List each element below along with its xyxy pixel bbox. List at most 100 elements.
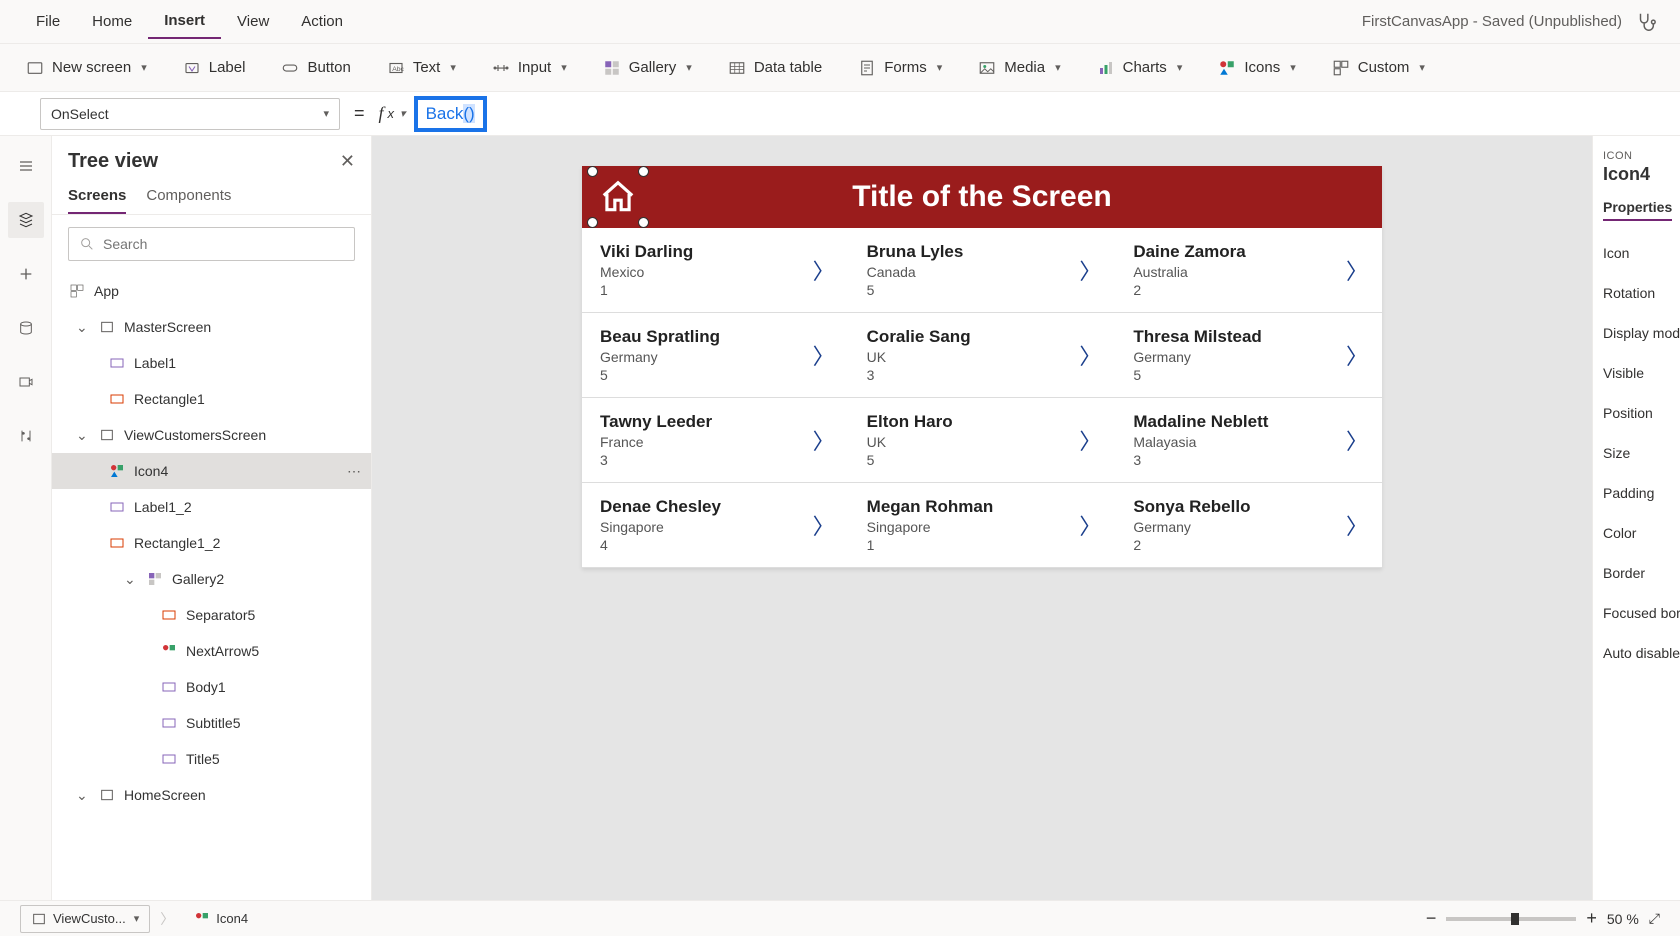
media-button[interactable]: Media▾ [972, 55, 1066, 81]
label-button[interactable]: Label [177, 55, 252, 81]
zoom-slider[interactable] [1446, 917, 1576, 921]
tree-node-separator5[interactable]: Separator5 [52, 597, 371, 633]
close-icon[interactable]: ✕ [340, 151, 355, 172]
zoom-in-button[interactable]: + [1586, 908, 1597, 929]
property-row[interactable]: Rotation [1603, 285, 1670, 301]
next-arrow-icon[interactable]: 〉 [1346, 254, 1368, 286]
menu-home[interactable]: Home [76, 5, 148, 38]
zoom-slider-thumb[interactable] [1511, 913, 1519, 925]
property-selector[interactable]: OnSelect ▾ [40, 98, 340, 130]
tree-node-homescreen[interactable]: ⌄ HomeScreen [52, 777, 371, 813]
tree-node-title5[interactable]: Title5 [52, 741, 371, 777]
tree-node-masterscreen[interactable]: ⌄ MasterScreen [52, 309, 371, 345]
gallery-item[interactable]: Sonya Rebello Germany 2 〉 [1115, 483, 1382, 568]
next-arrow-icon[interactable]: 〉 [1346, 424, 1368, 456]
menu-action[interactable]: Action [285, 5, 359, 38]
more-icon[interactable]: ⋯ [347, 463, 361, 480]
breadcrumb-screen[interactable]: ViewCusto... ▾ [20, 905, 150, 933]
tree-node-nextarrow5[interactable]: NextArrow5 [52, 633, 371, 669]
tree-node-rectangle1-2[interactable]: Rectangle1_2 [52, 525, 371, 561]
fit-to-window-button[interactable]: ⤢ [1649, 910, 1660, 927]
rail-add[interactable] [8, 256, 44, 292]
rail-advanced[interactable] [8, 418, 44, 454]
property-row[interactable]: Visible [1603, 365, 1670, 381]
property-row[interactable]: Focused bor [1603, 605, 1670, 621]
selected-home-icon[interactable] [590, 169, 646, 225]
tree-search-box[interactable] [68, 227, 355, 261]
rail-media[interactable] [8, 364, 44, 400]
gallery-item[interactable]: Megan Rohman Singapore 1 〉 [849, 483, 1116, 568]
menu-view[interactable]: View [221, 5, 285, 38]
gallery-item[interactable]: Coralie Sang UK 3 〉 [849, 313, 1116, 398]
gallery-item[interactable]: Bruna Lyles Canada 5 〉 [849, 228, 1116, 313]
gallery-item[interactable]: Viki Darling Mexico 1 〉 [582, 228, 849, 313]
property-row[interactable]: Position [1603, 405, 1670, 421]
tree-node-label1-2[interactable]: Label1_2 [52, 489, 371, 525]
next-arrow-icon[interactable]: 〉 [1079, 254, 1101, 286]
next-arrow-icon[interactable]: 〉 [813, 424, 835, 456]
menu-file[interactable]: File [20, 5, 76, 38]
gallery-button[interactable]: Gallery▾ [597, 55, 698, 81]
property-row[interactable]: Color [1603, 525, 1670, 541]
gallery-control[interactable]: Viki Darling Mexico 1 〉 Bruna Lyles Cana… [582, 228, 1382, 568]
tab-components[interactable]: Components [146, 187, 231, 214]
next-arrow-icon[interactable]: 〉 [1079, 509, 1101, 541]
gallery-item[interactable]: Thresa Milstead Germany 5 〉 [1115, 313, 1382, 398]
next-arrow-icon[interactable]: 〉 [813, 254, 835, 286]
screen-title-label[interactable]: Title of the Screen [582, 180, 1382, 214]
gallery-item[interactable]: Madaline Neblett Malayasia 3 〉 [1115, 398, 1382, 483]
tree-search-input[interactable] [103, 236, 344, 252]
canvas[interactable]: Title of the Screen Viki Darling Mexico … [372, 136, 1592, 900]
rail-data[interactable] [8, 310, 44, 346]
property-row[interactable]: Size [1603, 445, 1670, 461]
breadcrumb-control[interactable]: Icon4 [184, 905, 258, 933]
property-row[interactable]: Display mod [1603, 325, 1670, 341]
new-screen-button[interactable]: New screen▾ [20, 55, 153, 81]
app-checker-icon[interactable] [1632, 8, 1660, 36]
selection-handle[interactable] [638, 166, 649, 177]
canvas-screen[interactable]: Title of the Screen Viki Darling Mexico … [582, 166, 1382, 568]
datatable-button[interactable]: Data table [722, 55, 828, 81]
property-row[interactable]: Border [1603, 565, 1670, 581]
property-row[interactable]: Padding [1603, 485, 1670, 501]
property-row[interactable]: Auto disable [1603, 645, 1670, 661]
rail-treeview[interactable] [8, 202, 44, 238]
fx-icon[interactable]: fx▾ [379, 103, 406, 124]
rail-hamburger[interactable] [8, 148, 44, 184]
selection-handle[interactable] [638, 217, 649, 228]
input-button[interactable]: Input▾ [486, 55, 573, 81]
forms-button[interactable]: Forms▾ [852, 55, 948, 81]
text-button[interactable]: Abc Text▾ [381, 55, 462, 81]
tab-screens[interactable]: Screens [68, 187, 126, 214]
tree-node-label1[interactable]: Label1 [52, 345, 371, 381]
gallery-item[interactable]: Tawny Leeder France 3 〉 [582, 398, 849, 483]
selection-handle[interactable] [587, 217, 598, 228]
next-arrow-icon[interactable]: 〉 [1346, 339, 1368, 371]
tree-node-app[interactable]: App [52, 273, 371, 309]
button-button[interactable]: Button [275, 55, 356, 81]
charts-button[interactable]: Charts▾ [1091, 55, 1189, 81]
selection-handle[interactable] [587, 166, 598, 177]
zoom-out-button[interactable]: − [1426, 908, 1437, 929]
formula-input[interactable]: Back() [414, 96, 487, 132]
next-arrow-icon[interactable]: 〉 [813, 339, 835, 371]
gallery-item[interactable]: Beau Spratling Germany 5 〉 [582, 313, 849, 398]
icons-button[interactable]: Icons▾ [1212, 55, 1301, 81]
tree-node-icon4[interactable]: Icon4 ⋯ [52, 453, 371, 489]
next-arrow-icon[interactable]: 〉 [813, 509, 835, 541]
next-arrow-icon[interactable]: 〉 [1079, 424, 1101, 456]
custom-button[interactable]: Custom▾ [1326, 55, 1431, 81]
next-arrow-icon[interactable]: 〉 [1346, 509, 1368, 541]
menu-insert[interactable]: Insert [148, 4, 221, 39]
tree-node-rectangle1[interactable]: Rectangle1 [52, 381, 371, 417]
tree-node-body1[interactable]: Body1 [52, 669, 371, 705]
next-arrow-icon[interactable]: 〉 [1079, 339, 1101, 371]
gallery-item[interactable]: Daine Zamora Australia 2 〉 [1115, 228, 1382, 313]
tree-node-viewcustomers[interactable]: ⌄ ViewCustomersScreen [52, 417, 371, 453]
property-row[interactable]: Icon [1603, 245, 1670, 261]
properties-tab[interactable]: Properties [1603, 199, 1672, 221]
tree-node-subtitle5[interactable]: Subtitle5 [52, 705, 371, 741]
gallery-item[interactable]: Denae Chesley Singapore 4 〉 [582, 483, 849, 568]
tree-node-gallery2[interactable]: ⌄ Gallery2 [52, 561, 371, 597]
gallery-item[interactable]: Elton Haro UK 5 〉 [849, 398, 1116, 483]
